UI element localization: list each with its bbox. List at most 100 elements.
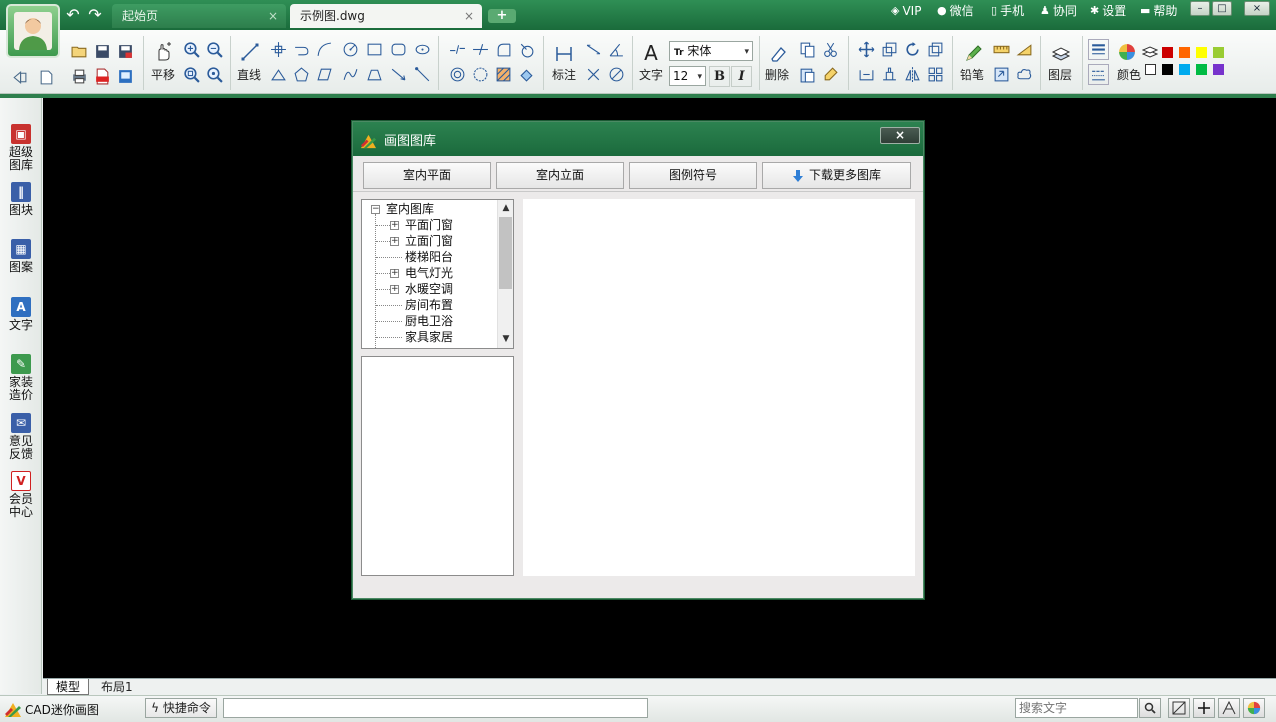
- add-tab-button[interactable]: +: [488, 9, 516, 23]
- pdf-icon[interactable]: [92, 66, 113, 87]
- trapezoid-icon[interactable]: [364, 64, 385, 85]
- layers-icon[interactable]: [1050, 43, 1072, 65]
- export-image-icon[interactable]: [115, 66, 136, 87]
- item-list-panel[interactable]: [361, 356, 514, 576]
- search-button[interactable]: [1139, 698, 1161, 718]
- color-swatch[interactable]: [1179, 47, 1190, 58]
- font-select[interactable]: Tr 宋体 ▾: [669, 41, 753, 61]
- tab-model[interactable]: 模型: [47, 679, 90, 695]
- tree-collapse-icon[interactable]: −: [371, 205, 380, 214]
- color-status-button[interactable]: [1243, 698, 1265, 718]
- undo-icon[interactable]: ↶: [63, 6, 83, 24]
- color-swatch[interactable]: [1179, 64, 1190, 75]
- back-icon[interactable]: [9, 67, 30, 88]
- tree-node[interactable]: 立面门窗: [405, 233, 453, 249]
- move-icon[interactable]: [856, 39, 877, 60]
- tree-scrollbar[interactable]: ▲ ▼: [497, 200, 513, 348]
- tree-node[interactable]: 楼梯阳台: [405, 249, 453, 265]
- zoom-out-icon[interactable]: [204, 39, 225, 60]
- tab-legend-symbols[interactable]: 图例符号: [629, 162, 757, 189]
- rounded-rectangle-icon[interactable]: [388, 39, 409, 60]
- save-as-icon[interactable]: [115, 41, 136, 62]
- chamfer-icon[interactable]: [516, 39, 537, 60]
- construction-line-icon[interactable]: [412, 64, 433, 85]
- tab-interior-elevation[interactable]: 室内立面: [496, 162, 624, 189]
- dimension-icon[interactable]: [553, 43, 575, 65]
- tab-close-icon[interactable]: ×: [268, 4, 278, 28]
- line-type-icon[interactable]: [1088, 64, 1109, 85]
- triangle-icon[interactable]: [268, 64, 289, 85]
- ortho-button[interactable]: [1193, 698, 1215, 718]
- eraser-icon[interactable]: [767, 43, 789, 65]
- settings-link[interactable]: ✱ 设置: [1090, 3, 1126, 19]
- sidebar-item-pattern[interactable]: ▦ 图案: [2, 239, 40, 274]
- mirror-icon[interactable]: [902, 64, 923, 85]
- copy-icon[interactable]: [797, 39, 818, 60]
- angle-dim-icon[interactable]: [606, 39, 627, 60]
- rectangle-icon[interactable]: [364, 39, 385, 60]
- new-file-icon[interactable]: [36, 67, 57, 88]
- fillet-icon[interactable]: [493, 39, 514, 60]
- measure-icon[interactable]: [991, 39, 1012, 60]
- zoom-in-icon[interactable]: [181, 39, 202, 60]
- command-input[interactable]: [223, 698, 648, 718]
- line-weight-icon[interactable]: [1088, 39, 1109, 60]
- color-swatch[interactable]: [1213, 47, 1224, 58]
- parallelogram-icon[interactable]: [314, 64, 335, 85]
- tree-expand-icon[interactable]: +: [390, 269, 399, 278]
- sidebar-item-gallery[interactable]: ▣ 超级图库: [2, 124, 40, 172]
- layer-stack-icon[interactable]: [1142, 44, 1158, 60]
- paste-icon[interactable]: [797, 64, 818, 85]
- color-swatch[interactable]: [1196, 47, 1207, 58]
- cut-icon[interactable]: [820, 39, 841, 60]
- help-link[interactable]: ▬ 帮助: [1140, 3, 1177, 19]
- text-tool-icon[interactable]: A: [640, 41, 662, 65]
- tree-node[interactable]: 电气灯光: [405, 265, 453, 281]
- offset-icon[interactable]: [925, 39, 946, 60]
- font-size-select[interactable]: 12 ▾: [669, 66, 706, 86]
- array-icon[interactable]: [925, 64, 946, 85]
- tree-node[interactable]: 平面门窗: [405, 217, 453, 233]
- hatch-icon[interactable]: [493, 64, 514, 85]
- arc-icon[interactable]: [314, 39, 335, 60]
- search-text-input[interactable]: [1015, 698, 1138, 718]
- rotate-icon[interactable]: [902, 39, 923, 60]
- open-folder-icon[interactable]: [69, 41, 90, 62]
- color-wheel-icon[interactable]: [1118, 43, 1136, 61]
- download-more-button[interactable]: 下载更多图库: [762, 162, 911, 189]
- color-swatch[interactable]: [1196, 64, 1207, 75]
- stretch-icon[interactable]: [856, 64, 877, 85]
- sidebar-item-text[interactable]: A 文字: [2, 297, 40, 332]
- insert-block-icon[interactable]: [991, 64, 1012, 85]
- sidebar-item-feedback[interactable]: ✉ 意见反馈: [2, 413, 40, 461]
- tree-expand-icon[interactable]: +: [390, 285, 399, 294]
- redo-icon[interactable]: ↷: [85, 6, 105, 24]
- minimize-button[interactable]: –: [1190, 1, 1210, 16]
- italic-button[interactable]: I: [731, 66, 752, 87]
- tree-node-root[interactable]: 室内图库: [386, 201, 434, 217]
- aligned-dim-icon[interactable]: [583, 39, 604, 60]
- pentagon-icon[interactable]: [291, 64, 312, 85]
- print-icon[interactable]: [69, 66, 90, 87]
- tab-close-icon[interactable]: ×: [464, 4, 474, 28]
- tab-start-page[interactable]: 起始页 ×: [112, 4, 286, 28]
- app-logo[interactable]: [6, 4, 60, 58]
- tree-node[interactable]: 水暖空调: [405, 281, 453, 297]
- close-window-button[interactable]: ×: [1244, 1, 1270, 16]
- sidebar-item-blocks[interactable]: ‖ 图块: [2, 182, 40, 217]
- tree-expand-icon[interactable]: +: [390, 237, 399, 246]
- dialog-close-button[interactable]: ×: [880, 127, 920, 144]
- donut-icon[interactable]: [447, 64, 468, 85]
- tree-node[interactable]: 厨电卫浴: [405, 313, 453, 329]
- zoom-window-icon[interactable]: [181, 64, 202, 85]
- tab-drawing[interactable]: 示例图.dwg ×: [290, 4, 482, 28]
- scroll-down-icon[interactable]: ▼: [498, 331, 513, 347]
- line-icon[interactable]: [239, 41, 261, 63]
- polygon-circle-icon[interactable]: [470, 64, 491, 85]
- phone-link[interactable]: ▯ 手机: [991, 3, 1024, 19]
- trim-icon[interactable]: [470, 39, 491, 60]
- grid-snap-button[interactable]: [1168, 698, 1190, 718]
- save-icon[interactable]: [92, 41, 113, 62]
- maximize-button[interactable]: □: [1212, 1, 1232, 16]
- fill-icon[interactable]: [516, 64, 537, 85]
